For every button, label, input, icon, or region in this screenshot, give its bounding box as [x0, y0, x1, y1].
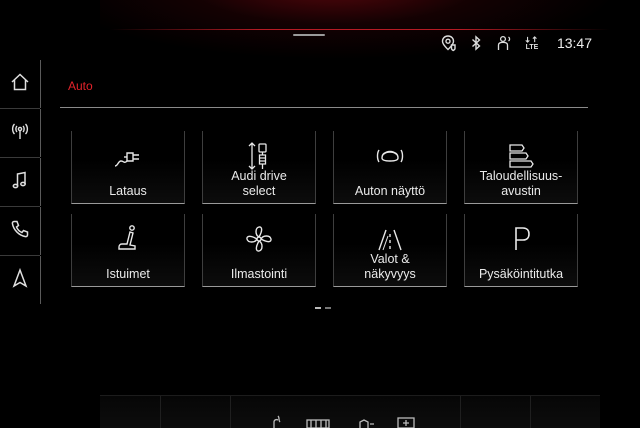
bluetooth-icon — [467, 34, 485, 52]
tile-label: Ilmastointi — [230, 267, 288, 281]
sidebar-item-navigation[interactable] — [0, 256, 41, 304]
front-defrost-icon[interactable] — [396, 414, 416, 428]
tile-label: Istuimet — [106, 267, 150, 281]
tile-auton-naytto[interactable]: Auton näyttö — [333, 131, 447, 204]
tile-label: Taloudellisuus- avustin — [479, 169, 563, 198]
car-display-icon — [334, 139, 446, 173]
tile-lataus[interactable]: Lataus — [71, 131, 185, 204]
seat-icon — [72, 222, 184, 256]
climate-bar — [100, 395, 600, 428]
page-dot-active — [315, 307, 321, 309]
lte-label: LTE — [525, 44, 539, 51]
tile-label: Lataus — [109, 184, 147, 198]
sidebar-item-radio[interactable] — [0, 109, 41, 157]
tile-ilmastointi[interactable]: Ilmastointi — [202, 214, 316, 287]
tile-label: Auton näyttö — [354, 184, 426, 198]
drive-select-icon — [203, 139, 315, 173]
tile-label: Pysäköintitutka — [478, 267, 564, 281]
climate-divider — [230, 396, 231, 428]
tile-istuimet[interactable]: Istuimet — [71, 214, 185, 287]
fan-icon — [203, 222, 315, 256]
parking-icon — [465, 222, 577, 256]
drawer-handle[interactable] — [293, 34, 325, 36]
fan-speed-icon[interactable] — [356, 414, 376, 428]
lights-visibility-icon — [334, 222, 446, 256]
lte-signal-icon: LTE — [523, 34, 541, 52]
clock: 13:47 — [556, 35, 592, 51]
rear-defrost-icon[interactable] — [306, 414, 330, 428]
page-indicator[interactable] — [315, 307, 331, 309]
tile-label: Valot & näkyvyys — [364, 252, 416, 281]
climate-divider — [530, 396, 531, 428]
tile-pysakointitutka[interactable]: Pysäköintitutka — [464, 214, 578, 287]
page-title: Auto — [68, 79, 93, 93]
tile-audi-drive-select[interactable]: Audi drive select — [202, 131, 316, 204]
music-icon — [9, 169, 31, 196]
page-dot — [325, 307, 331, 309]
tile-taloudellisuusavustin[interactable]: Taloudellisuus- avustin — [464, 131, 578, 204]
location-shield-icon — [439, 34, 457, 52]
home-icon — [9, 71, 31, 98]
charging-plug-icon — [72, 139, 184, 173]
top-accent-line — [110, 29, 610, 30]
sidebar-item-home[interactable] — [0, 60, 41, 108]
efficiency-assistant-icon — [465, 139, 577, 173]
person-signal-icon — [495, 34, 513, 52]
climate-divider — [460, 396, 461, 428]
sidebar — [0, 60, 41, 304]
climate-divider — [160, 396, 161, 428]
phone-icon — [9, 218, 31, 245]
navigation-icon — [9, 267, 31, 294]
radio-icon — [9, 120, 31, 147]
tile-label: Audi drive select — [231, 169, 287, 198]
sidebar-item-music[interactable] — [0, 158, 41, 206]
status-bar: LTE 13:47 — [439, 33, 592, 53]
sidebar-item-phone[interactable] — [0, 207, 41, 255]
seat-heat-icon[interactable] — [268, 414, 288, 428]
title-divider — [60, 107, 588, 108]
tile-valot-nakyvyys[interactable]: Valot & näkyvyys — [333, 214, 447, 287]
